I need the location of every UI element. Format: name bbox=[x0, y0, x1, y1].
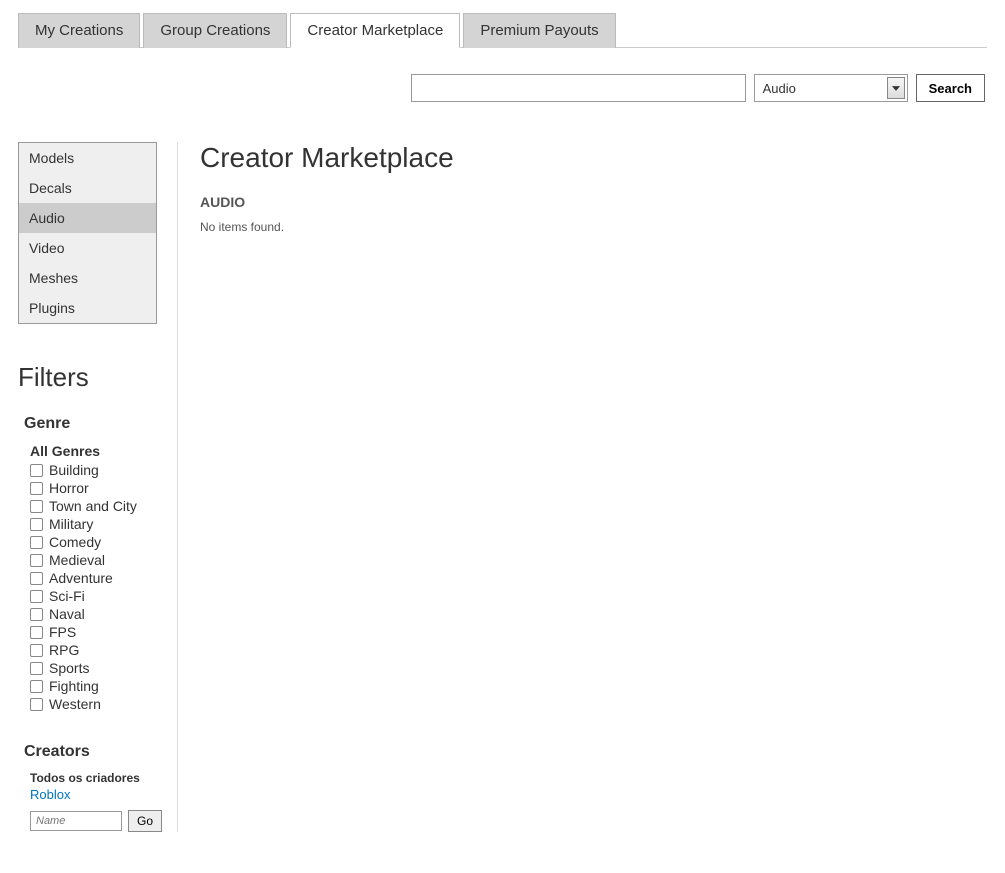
genre-checkbox[interactable] bbox=[30, 482, 43, 495]
genre-item[interactable]: Western bbox=[30, 695, 157, 713]
genre-label: Western bbox=[49, 696, 101, 712]
genre-item[interactable]: Town and City bbox=[30, 497, 157, 515]
genre-item[interactable]: Sci-Fi bbox=[30, 587, 157, 605]
genre-checkbox[interactable] bbox=[30, 464, 43, 477]
creator-name-input[interactable] bbox=[30, 811, 122, 831]
category-models[interactable]: Models bbox=[19, 143, 156, 173]
genre-item[interactable]: FPS bbox=[30, 623, 157, 641]
genre-item[interactable]: RPG bbox=[30, 641, 157, 659]
category-meshes[interactable]: Meshes bbox=[19, 263, 156, 293]
main-content: Creator Marketplace AUDIO No items found… bbox=[178, 142, 987, 832]
genre-checkbox[interactable] bbox=[30, 572, 43, 585]
genre-item[interactable]: Military bbox=[30, 515, 157, 533]
genre-checkbox[interactable] bbox=[30, 644, 43, 657]
genre-item[interactable]: Fighting bbox=[30, 677, 157, 695]
tab-premium-payouts[interactable]: Premium Payouts bbox=[463, 13, 615, 48]
genre-label: Sports bbox=[49, 660, 89, 676]
category-audio[interactable]: Audio bbox=[19, 203, 156, 233]
genre-label: Medieval bbox=[49, 552, 105, 568]
genre-filter-title: Genre bbox=[24, 415, 157, 433]
tab-creator-marketplace[interactable]: Creator Marketplace bbox=[290, 13, 460, 48]
category-decals[interactable]: Decals bbox=[19, 173, 156, 203]
genre-label: Horror bbox=[49, 480, 89, 496]
page-title: Creator Marketplace bbox=[200, 142, 987, 174]
genre-checkbox[interactable] bbox=[30, 698, 43, 711]
genre-label: Town and City bbox=[49, 498, 137, 514]
genre-checkbox[interactable] bbox=[30, 500, 43, 513]
tab-group-creations[interactable]: Group Creations bbox=[143, 13, 287, 48]
genre-checkbox[interactable] bbox=[30, 554, 43, 567]
genre-checkbox[interactable] bbox=[30, 680, 43, 693]
genre-item[interactable]: Comedy bbox=[30, 533, 157, 551]
genre-item[interactable]: Horror bbox=[30, 479, 157, 497]
category-list: Models Decals Audio Video Meshes Plugins bbox=[18, 142, 157, 324]
genre-item[interactable]: Medieval bbox=[30, 551, 157, 569]
genre-list: Building Horror Town and City Military Comed… bbox=[30, 461, 157, 713]
genre-checkbox[interactable] bbox=[30, 626, 43, 639]
category-plugins[interactable]: Plugins bbox=[19, 293, 156, 323]
genre-item[interactable]: Sports bbox=[30, 659, 157, 677]
genre-label: RPG bbox=[49, 642, 79, 658]
genre-label: Sci-Fi bbox=[49, 588, 85, 604]
genre-label: Naval bbox=[49, 606, 85, 622]
genre-checkbox[interactable] bbox=[30, 590, 43, 603]
genre-checkbox[interactable] bbox=[30, 518, 43, 531]
category-video[interactable]: Video bbox=[19, 233, 156, 263]
empty-message: No items found. bbox=[200, 220, 987, 234]
section-heading: AUDIO bbox=[200, 194, 987, 210]
genre-item[interactable]: Naval bbox=[30, 605, 157, 623]
search-button[interactable]: Search bbox=[916, 74, 985, 102]
genre-label: Fighting bbox=[49, 678, 99, 694]
all-genres-label: All Genres bbox=[30, 443, 157, 459]
creators-filter-title: Creators bbox=[24, 743, 157, 761]
creators-roblox-link[interactable]: Roblox bbox=[30, 787, 157, 802]
genre-label: Adventure bbox=[49, 570, 113, 586]
genre-label: FPS bbox=[49, 624, 76, 640]
search-input[interactable] bbox=[411, 74, 746, 102]
tab-my-creations[interactable]: My Creations bbox=[18, 13, 140, 48]
creators-all-label: Todos os criadores bbox=[30, 771, 157, 785]
dropdown-icon bbox=[887, 77, 905, 99]
genre-checkbox[interactable] bbox=[30, 662, 43, 675]
creator-go-button[interactable]: Go bbox=[128, 810, 162, 832]
search-bar: Audio Search bbox=[18, 74, 987, 102]
filters-title: Filters bbox=[18, 362, 157, 393]
genre-item[interactable]: Building bbox=[30, 461, 157, 479]
search-category-select[interactable]: Audio bbox=[754, 74, 908, 102]
genre-item[interactable]: Adventure bbox=[30, 569, 157, 587]
genre-label: Comedy bbox=[49, 534, 101, 550]
genre-label: Building bbox=[49, 462, 99, 478]
genre-label: Military bbox=[49, 516, 93, 532]
genre-checkbox[interactable] bbox=[30, 608, 43, 621]
top-tabs: My Creations Group Creations Creator Mar… bbox=[18, 12, 987, 48]
genre-checkbox[interactable] bbox=[30, 536, 43, 549]
sidebar: Models Decals Audio Video Meshes Plugins… bbox=[18, 142, 178, 832]
search-category-value: Audio bbox=[763, 81, 796, 96]
